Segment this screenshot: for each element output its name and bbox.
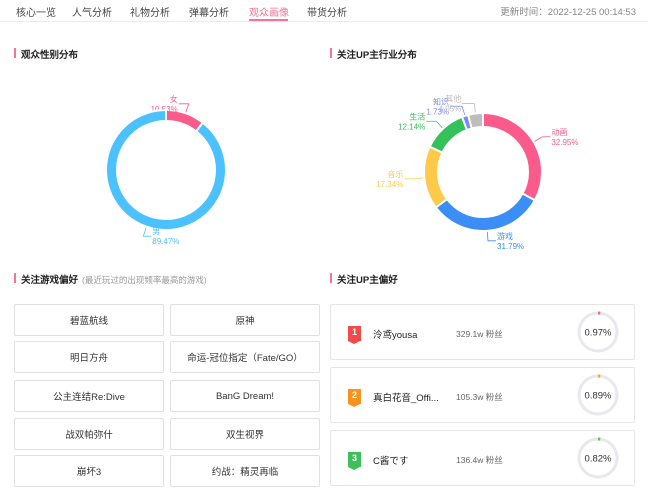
up-percent-ring: 0.97% [577,311,619,353]
leader-line [426,120,443,129]
game-item[interactable]: 命运-冠位指定（Fate/GO） [170,341,320,373]
industry-donut-chart: 动画32.95%游戏31.79%音乐17.34%生活12.14%知识1.73%其… [376,94,578,251]
tab-popularity[interactable]: 人气分析 [72,4,112,19]
donut-slice-动画 [482,111,543,202]
up-percent-ring: 0.82% [577,437,619,479]
rank-badge: 3 [348,452,361,470]
donut-slice-音乐 [423,145,449,209]
donut-slice-其他 [466,111,484,130]
leader-line [534,136,551,142]
tab-gifts[interactable]: 礼物分析 [130,4,170,19]
game-item[interactable]: 碧蓝航线 [14,304,164,336]
slice-category-label: 男 [152,227,160,236]
tab-sales[interactable]: 带货分析 [307,4,347,19]
up-card[interactable]: 3 C酱です 136.4w 粉丝 0.82% [330,430,635,486]
rank-badge: 2 [348,389,361,407]
active-tab-indicator [249,19,288,21]
slice-percent-label: 12.14% [398,122,425,131]
game-item[interactable]: 约战：精灵再临 [170,455,320,487]
updated-time: 更新时间：2022-12-25 00:14:53 [500,7,636,18]
slice-percent-label: 89.47% [152,237,179,246]
donut-slice-生活 [428,115,469,154]
tab-bar: 核心一览 人气分析 礼物分析 弹幕分析 观众画像 带货分析 更新时间：2022-… [0,0,648,22]
donut-slice-男 [105,108,227,231]
up-name: C酱です [373,456,409,467]
up-name: 泠鸢yousa [373,330,418,341]
game-item[interactable]: 崩坏3 [14,455,164,487]
tab-danmaku[interactable]: 弹幕分析 [189,4,229,19]
slice-category-label: 女 [170,94,178,104]
ups-section-title: 关注UP主偏好 [330,272,398,286]
donut-slice-游戏 [434,192,537,232]
slice-percent-label: 32.95% [551,138,578,147]
up-card[interactable]: 2 真白花音_Offi... 105.3w 粉丝 0.89% [330,367,635,423]
leader-line [142,227,152,237]
game-item[interactable]: 战双帕弥什 [14,418,164,450]
slice-category-label: 动画 [551,127,567,137]
up-percent-label: 0.89% [585,391,612,402]
industry-section-title: 关注UP主行业分布 [330,47,417,61]
ring-progress [598,311,601,315]
game-item[interactable]: BanG Dream! [170,380,320,412]
slice-category-label: 生活 [409,111,425,121]
slice-percent-label: 17.34% [376,180,403,189]
slice-percent-label: 4.05% [439,105,462,114]
gender-section-title: 观众性别分布 [14,47,78,61]
up-fans: 136.4w 粉丝 [456,455,503,465]
tab-audience[interactable]: 观众画像 [249,4,289,19]
up-percent-ring: 0.89% [577,374,619,416]
up-percent-label: 0.97% [585,328,612,339]
slice-category-label: 游戏 [497,231,513,241]
leader-line [486,231,497,242]
leader-line [404,177,424,180]
gender-donut-chart: 女10.53%男89.47% [105,94,227,246]
slice-category-label: 音乐 [387,169,403,179]
game-item[interactable]: 双生视界 [170,418,320,450]
tab-overview[interactable]: 核心一览 [16,4,56,19]
up-name: 真白花音_Offi... [373,393,439,404]
slice-category-label: 其他 [445,94,461,104]
games-section-title: 关注游戏偏好 (最近玩过的出现频率最高的游戏) [14,272,207,286]
games-section-subtitle: (最近玩过的出现频率最高的游戏) [82,275,207,285]
game-item[interactable]: 公主连结Re:Dive [14,380,164,412]
leader-line [462,103,476,113]
up-percent-label: 0.82% [585,454,612,465]
up-fans: 329.1w 粉丝 [456,329,503,339]
up-fans: 105.3w 粉丝 [456,392,503,402]
game-item[interactable]: 明日方舟 [14,341,164,373]
rank-badge: 1 [348,326,361,344]
ring-progress [598,374,601,378]
game-item[interactable]: 原神 [170,304,320,336]
ring-progress [598,437,601,441]
up-card[interactable]: 1 泠鸢yousa 329.1w 粉丝 0.97% [330,304,635,360]
slice-percent-label: 31.79% [497,242,524,251]
